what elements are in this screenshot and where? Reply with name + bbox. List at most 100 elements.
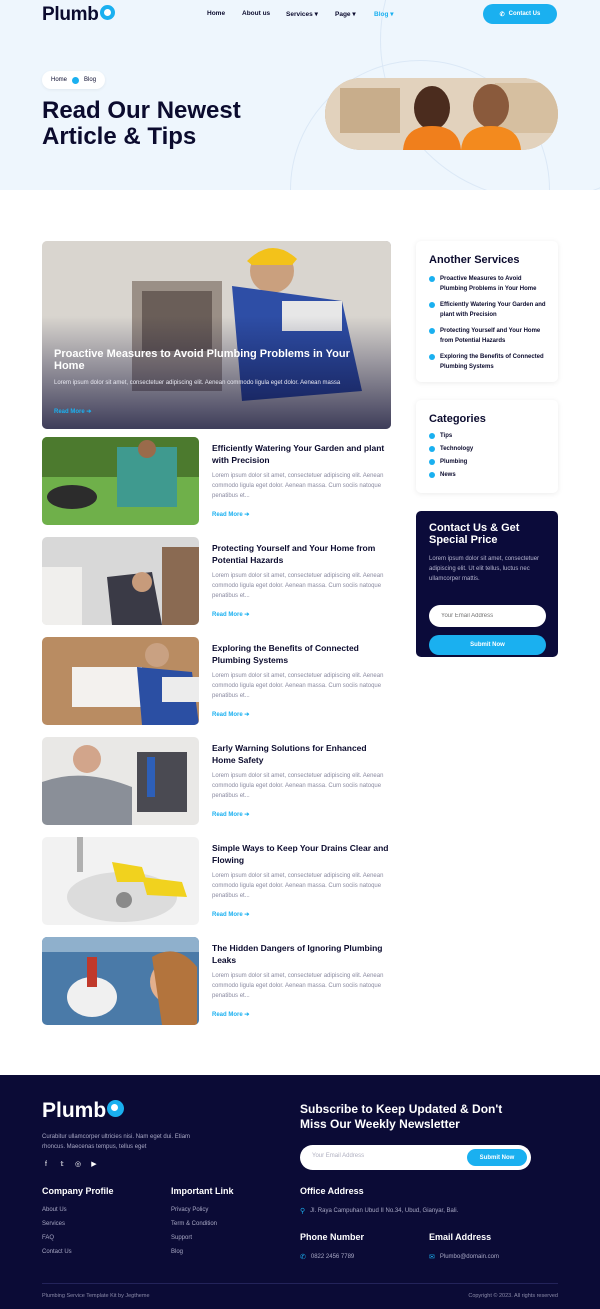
phone-icon: ✆ [300,1254,306,1261]
bullet-icon [429,328,435,334]
category-link[interactable]: News [429,472,456,478]
arrow-right-icon [72,76,80,84]
footer: Plumb Curabitur ullamcorper ultricies ni… [0,1075,600,1309]
read-more-link[interactable]: Read More ➔ [212,711,249,718]
mail-icon: ✉ [429,1254,435,1261]
read-more-link[interactable]: Read More ➔ [212,911,249,918]
arrow-right-icon: ➔ [86,409,92,415]
footer-logo-text: Plumb [42,1099,107,1122]
company-profile-title: Company Profile [42,1186,114,1196]
article-title[interactable]: The Hidden Dangers of Ignoring Plumbing … [212,942,390,966]
category-link[interactable]: Tips [429,433,452,439]
footer-link-blog[interactable]: Blog [171,1249,183,1255]
arrow-right-icon: ➔ [244,612,250,618]
category-link[interactable]: Technology [429,446,473,452]
footer-link-support[interactable]: Support [171,1235,192,1241]
article-title[interactable]: Exploring the Benefits of Connected Plum… [212,642,390,666]
footer-link-about[interactable]: About Us [42,1207,67,1213]
featured-read-more[interactable]: Read More ➔ [54,408,91,415]
footer-link-services[interactable]: Services [42,1221,65,1227]
featured-title[interactable]: Proactive Measures to Avoid Plumbing Pro… [54,348,374,372]
read-more-link[interactable]: Read More ➔ [212,811,249,818]
newsletter-form: Your Email Address Submit Now [300,1145,531,1170]
contact-submit-button[interactable]: Submit Now [429,635,546,655]
footer-copyright: Copyright © 2023. All rights reserved [468,1293,558,1299]
article-item: The Hidden Dangers of Ignoring Plumbing … [42,937,391,1025]
facebook-icon[interactable]: f [42,1160,50,1168]
article-thumbnail[interactable] [42,437,199,525]
footer-credit: Plumbing Service Template Kit by Jegthem… [42,1293,150,1299]
article-thumbnail[interactable] [42,637,199,725]
office-address: ⚲ Jl. Raya Campuhan Ubud II No.34, Ubud, … [300,1208,459,1215]
bullet-icon [429,459,435,465]
email-address-title: Email Address [429,1232,492,1242]
services-title: Another Services [429,254,520,266]
important-link-title: Important Link [171,1186,234,1196]
arrow-right-icon: ➔ [244,912,250,918]
arrow-right-icon: ➔ [244,812,250,818]
read-more-link[interactable]: Read More ➔ [212,511,249,518]
bullet-icon [429,433,435,439]
contact-us-label: Contact Us [508,11,541,17]
bullet-icon [429,446,435,452]
featured-article[interactable]: Proactive Measures to Avoid Plumbing Pro… [42,241,391,429]
another-services-card: Another Services Proactive Measures to A… [416,241,558,382]
article-item: Protecting Yourself and Your Home from P… [42,537,391,625]
logo[interactable]: Plumb [42,4,115,26]
article-title[interactable]: Efficiently Watering Your Garden and pla… [212,442,390,466]
categories-title: Categories [429,413,486,425]
article-excerpt: Lorem ipsum dolor sit amet, consectetuer… [212,473,384,499]
bullet-icon [429,302,435,308]
article-item: Simple Ways to Keep Your Drains Clear an… [42,837,391,925]
article-excerpt: Lorem ipsum dolor sit amet, consectetuer… [212,773,384,799]
service-link[interactable]: Proactive Measures to Avoid Plumbing Pro… [429,274,549,294]
nav-services[interactable]: Services ▾ [286,10,318,18]
footer-link-terms[interactable]: Term & Condition [171,1221,217,1227]
article-title[interactable]: Protecting Yourself and Your Home from P… [212,542,390,566]
service-link[interactable]: Efficiently Watering Your Garden and pla… [429,300,549,320]
newsletter-title: Subscribe to Keep Updated & Don't Miss O… [300,1102,503,1131]
phone-icon: ✆ [499,11,505,18]
footer-logo[interactable]: Plumb [42,1099,125,1123]
service-link[interactable]: Exploring the Benefits of Connected Plum… [429,352,549,372]
newsletter-email-input[interactable]: Your Email Address [312,1153,364,1159]
nav-page[interactable]: Page ▾ [335,10,356,18]
read-more-link[interactable]: Read More ➔ [212,1011,249,1018]
logo-text: Plumb [42,4,99,25]
email-address[interactable]: ✉ Plumbo@domain.com [429,1253,499,1261]
article-excerpt: Lorem ipsum dolor sit amet, consectetuer… [212,973,384,999]
article-thumbnail[interactable] [42,837,199,925]
instagram-icon[interactable]: ◎ [74,1160,82,1168]
nav-blog[interactable]: Blog ▾ [374,10,394,18]
hero-section: Plumb Home About us Services ▾ Page ▾ Bl… [0,0,600,190]
footer-link-faq[interactable]: FAQ [42,1235,54,1241]
bullet-icon [429,472,435,478]
featured-excerpt: Lorem ipsum dolor sit amet, consectetuer… [54,380,341,386]
article-title[interactable]: Simple Ways to Keep Your Drains Clear an… [212,842,390,866]
article-thumbnail[interactable] [42,937,199,1025]
footer-description: Curabitur ullamcorper ultricies nisi. Na… [42,1134,191,1150]
article-title[interactable]: Early Warning Solutions for Enhanced Hom… [212,742,390,766]
service-link[interactable]: Protecting Yourself and Your Home from P… [429,326,549,346]
youtube-icon[interactable]: ▶ [90,1160,98,1168]
contact-us-button[interactable]: ✆ Contact Us [483,4,557,24]
nav-home[interactable]: Home [207,10,225,17]
office-address-title: Office Address [300,1186,364,1196]
article-excerpt: Lorem ipsum dolor sit amet, consectetuer… [212,673,384,699]
newsletter-submit-button[interactable]: Submit Now [467,1149,527,1166]
contact-email-input[interactable] [429,605,546,627]
article-thumbnail[interactable] [42,737,199,825]
article-thumbnail[interactable] [42,537,199,625]
bullet-icon [429,354,435,360]
breadcrumb-home[interactable]: Home [51,77,67,83]
contact-card: Contact Us & Get Special Price Lorem ips… [416,511,558,657]
arrow-right-icon: ➔ [244,512,250,518]
phone-number[interactable]: ✆ 0822 2456 7789 [300,1253,354,1261]
twitter-icon[interactable]: 𝕥 [58,1160,66,1168]
nav-about[interactable]: About us [242,10,270,17]
footer-link-privacy[interactable]: Privacy Policy [171,1207,208,1213]
footer-link-contact[interactable]: Contact Us [42,1249,72,1255]
category-link[interactable]: Plumbing [429,459,467,465]
chevron-down-icon: ▾ [314,11,318,18]
read-more-link[interactable]: Read More ➔ [212,611,249,618]
